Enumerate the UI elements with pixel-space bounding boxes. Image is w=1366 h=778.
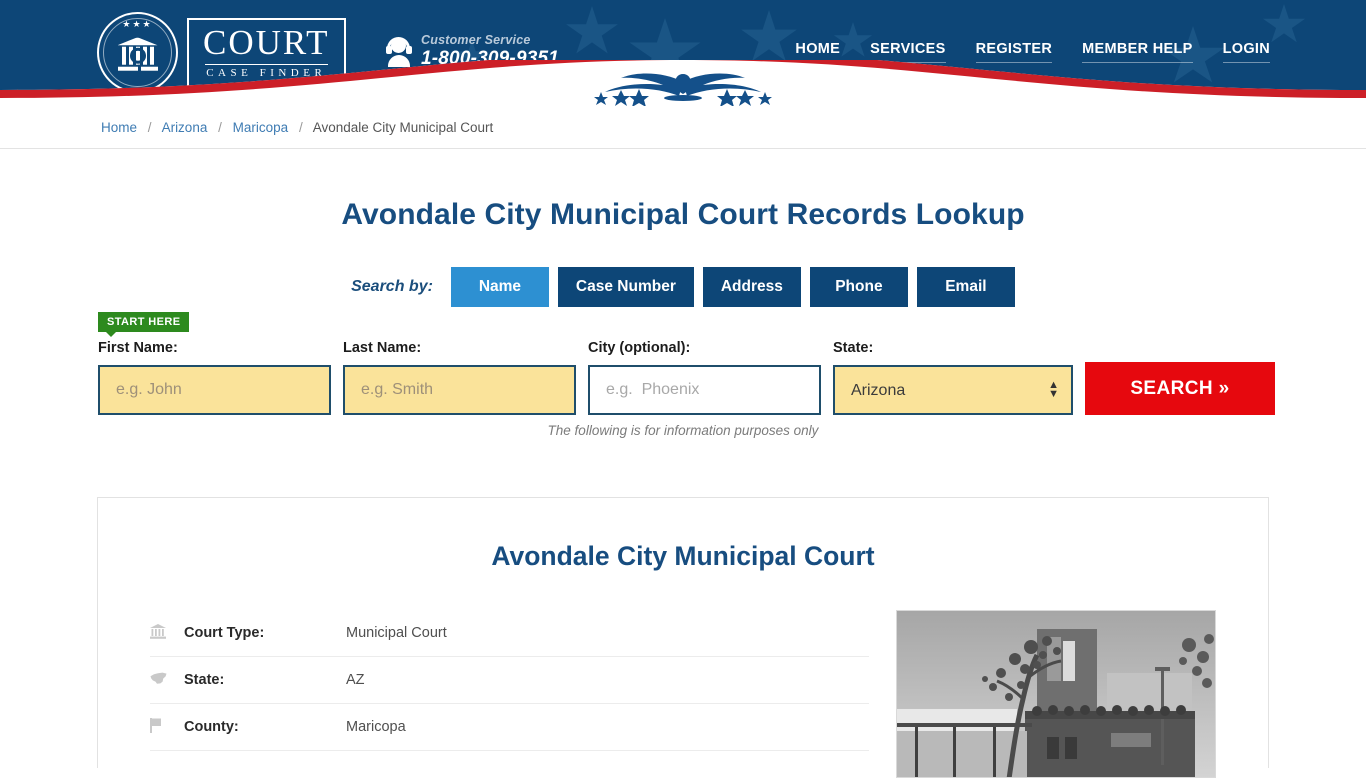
fact-key: County: bbox=[184, 719, 239, 735]
last-name-input[interactable] bbox=[343, 365, 576, 415]
last-name-field: Last Name: bbox=[343, 340, 576, 415]
court-photo-wrapper bbox=[896, 610, 1216, 778]
patriotic-swoosh-banner bbox=[0, 60, 1366, 106]
breadcrumb-item-current: Avondale City Municipal Court bbox=[312, 119, 494, 135]
logo-main-text: COURT bbox=[203, 22, 330, 62]
court-building-photo-graphic bbox=[897, 611, 1215, 777]
state-field: State: Arizona ▲ ▼ bbox=[833, 340, 1073, 415]
search-by-label: Search by: bbox=[351, 278, 433, 295]
fact-key: State: bbox=[184, 672, 225, 688]
flag-icon bbox=[150, 717, 184, 737]
breadcrumb-bar: Home / Arizona / Maricopa / Avondale Cit… bbox=[0, 106, 1366, 149]
tab-name[interactable]: Name bbox=[450, 267, 549, 307]
city-field: City (optional): bbox=[588, 340, 821, 415]
city-input[interactable] bbox=[588, 365, 821, 415]
site-header: ★★★ COURT CASE FINDER Customer Service 1… bbox=[0, 0, 1366, 106]
customer-service-label: Customer Service bbox=[421, 33, 531, 47]
city-label: City (optional): bbox=[588, 340, 691, 356]
first-name-input[interactable] bbox=[98, 365, 331, 415]
table-row: Court Type: Municipal Court bbox=[150, 610, 869, 657]
tab-phone[interactable]: Phone bbox=[809, 267, 908, 307]
bank-building-icon bbox=[150, 623, 184, 643]
start-here-badge: START HERE bbox=[98, 312, 190, 337]
breadcrumb-item-home[interactable]: Home bbox=[101, 120, 137, 135]
breadcrumb-separator: / bbox=[298, 119, 303, 135]
first-name-field: First Name: bbox=[98, 340, 331, 415]
search-button[interactable]: SEARCH » bbox=[1085, 362, 1275, 415]
us-map-icon bbox=[150, 672, 184, 689]
tab-address[interactable]: Address bbox=[702, 267, 801, 307]
first-name-label: First Name: bbox=[98, 340, 178, 356]
breadcrumb-item-maricopa[interactable]: Maricopa bbox=[233, 120, 289, 135]
last-name-label: Last Name: bbox=[343, 340, 422, 356]
breadcrumb-separator: / bbox=[218, 119, 222, 135]
breadcrumb: Home / Arizona / Maricopa / Avondale Cit… bbox=[101, 120, 493, 135]
court-facts-list: Court Type: Municipal Court State: AZ Co… bbox=[150, 610, 869, 778]
breadcrumb-item-arizona[interactable]: Arizona bbox=[162, 120, 208, 135]
table-row: County: Maricopa bbox=[150, 704, 869, 751]
fact-value: AZ bbox=[346, 672, 365, 688]
state-select[interactable]: Arizona bbox=[833, 365, 1073, 415]
tab-case-number[interactable]: Case Number bbox=[557, 267, 694, 307]
fact-key: Court Type: bbox=[184, 625, 265, 641]
page-title: Avondale City Municipal Court Records Lo… bbox=[341, 198, 1025, 231]
fact-value: Maricopa bbox=[346, 719, 406, 735]
form-disclaimer: The following is for information purpose… bbox=[547, 423, 819, 438]
breadcrumb-separator: / bbox=[147, 119, 152, 135]
search-by-tabs: Search by: Name Case Number Address Phon… bbox=[0, 267, 1366, 307]
court-detail-card: Avondale City Municipal Court Court Type… bbox=[97, 497, 1269, 778]
court-name-heading: Avondale City Municipal Court bbox=[491, 541, 875, 571]
court-photo bbox=[896, 610, 1216, 778]
tab-email[interactable]: Email bbox=[916, 267, 1015, 307]
fact-value: Municipal Court bbox=[346, 625, 447, 641]
table-row: State: AZ bbox=[150, 657, 869, 704]
state-label: State: bbox=[833, 340, 874, 356]
